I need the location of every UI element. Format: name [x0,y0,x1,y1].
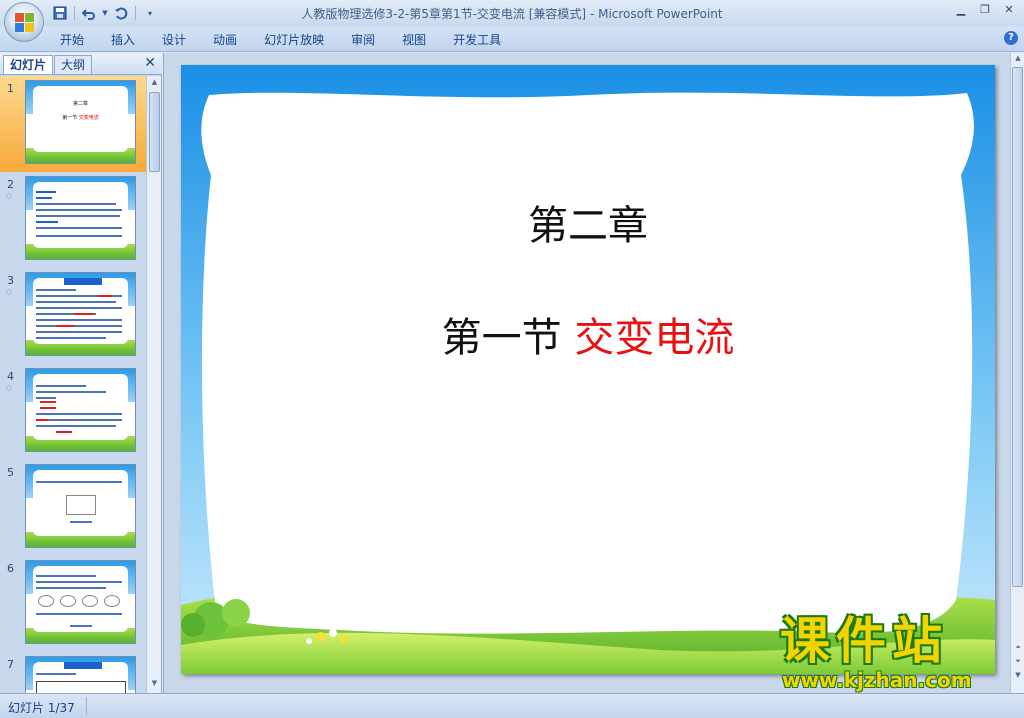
slide-preview [25,464,136,548]
scroll-up-icon[interactable]: ▲ [149,78,160,90]
slide-title[interactable]: 第二章 [181,193,995,251]
slide-canvas[interactable]: 第二章 第一节 交变电流 [181,65,995,674]
tab-slide-show[interactable]: 幻灯片放映 [264,31,324,48]
watermark-url: www.kjzhan.com [782,668,972,692]
tab-review[interactable]: 审阅 [351,31,375,48]
slide-number: 6 [7,562,14,575]
scroll-thumb[interactable] [149,92,160,172]
subtitle-prefix: 第一节 [441,315,575,361]
office-button[interactable] [4,2,44,42]
slide-thumbnail-3[interactable]: 3 ✩ [0,268,146,364]
ribbon-tabs: 开始 插入 设计 动画 幻灯片放映 审阅 视图 开发工具 [60,31,528,48]
tab-view[interactable]: 视图 [402,31,426,48]
close-icon[interactable]: ✕ [998,2,1020,18]
ribbon: 开始 插入 设计 动画 幻灯片放映 审阅 视图 开发工具 ? [0,26,1024,52]
tab-design[interactable]: 设计 [162,31,186,48]
subtitle-highlight: 交变电流 [574,315,735,361]
title-separator: - [586,7,599,21]
help-icon[interactable]: ? [1004,31,1018,45]
previous-slide-icon[interactable]: ⏶ [1012,643,1024,655]
slide-thumbnail-6[interactable]: 6 [0,556,146,652]
slide-thumbnail-5[interactable]: 5 [0,460,146,556]
slide-number: 7 [7,658,14,671]
office-logo-icon [15,13,35,33]
vertical-scrollbar[interactable]: ▲ ⏶ ⏷ ▼ [1010,53,1024,693]
slide-preview [25,560,136,644]
tab-developer[interactable]: 开发工具 [453,31,501,48]
slide-number: 4 [7,370,14,383]
slide-preview [25,176,136,260]
scroll-down-icon[interactable]: ▼ [149,679,160,691]
tab-home[interactable]: 开始 [60,31,84,48]
window-title: 人教版物理选修3-2-第5章第1节-交变电流 [兼容模式] - Microsof… [0,5,1024,22]
slide-number: 5 [7,466,14,479]
tab-insert[interactable]: 插入 [111,31,135,48]
slide-number: 3 [7,274,14,287]
slide-number: 2 [7,178,14,191]
close-pane-icon[interactable]: ✕ [144,55,156,71]
slide-subtitle[interactable]: 第一节 交变电流 [181,305,995,363]
title-bar: ▼ ▾ 人教版物理选修3-2-第5章第1节-交变电流 [兼容模式] - Micr… [0,0,1024,26]
app-name: Microsoft PowerPoint [598,7,723,21]
slide-thumbnail-1[interactable]: 1 第二章 第一节 交变电流 [0,76,146,172]
watermark-title: 课件站 [780,612,948,670]
slides-pane: 幻灯片 大纲 ✕ 1 第二章 第一节 交变电流 2 ✩ 3 ✩ 4 ✩ 5 6 … [0,53,162,693]
status-separator [86,697,87,715]
status-bar: 幻灯片 1/37 [0,693,1024,718]
animation-star-icon: ✩ [5,192,13,202]
slide-background [181,65,995,674]
tab-outline[interactable]: 大纲 [54,55,93,74]
slide-preview [25,656,136,693]
watermark-logo: 课件站 www.kjzhan.com [776,612,1004,692]
slide-preview [25,368,136,452]
slide-preview: 第二章 第一节 交变电流 [25,80,136,164]
scroll-up-icon[interactable]: ▲ [1012,54,1024,66]
thumb-title: 第二章 [72,101,88,107]
slide-thumbnail-7[interactable]: 7 [0,652,146,693]
scroll-thumb[interactable] [1012,67,1023,587]
animation-star-icon: ✩ [5,288,13,298]
slide-thumbnail-list: 1 第二章 第一节 交变电流 2 ✩ 3 ✩ 4 ✩ 5 6 7 [0,76,146,693]
window-controls: ▁ ❐ ✕ [950,2,1020,18]
minimize-icon[interactable]: ▁ [950,2,972,18]
thumbnail-scrollbar[interactable]: ▲ ▼ [146,76,161,693]
scroll-down-icon[interactable]: ▼ [1012,671,1024,683]
tab-animations[interactable]: 动画 [213,31,237,48]
pane-tabs: 幻灯片 大纲 ✕ [0,53,162,75]
restore-icon[interactable]: ❐ [974,2,996,18]
animation-star-icon: ✩ [5,384,13,394]
next-slide-icon[interactable]: ⏷ [1012,657,1024,669]
slide-thumbnail-4[interactable]: 4 ✩ [0,364,146,460]
slide-number: 1 [7,82,14,95]
slide-counter: 幻灯片 1/37 [8,701,75,715]
document-title: 人教版物理选修3-2-第5章第1节-交变电流 [兼容模式] [301,7,587,21]
slide-thumbnail-2[interactable]: 2 ✩ [0,172,146,268]
thumb-subtitle: 第一节 交变电流 [62,115,99,121]
tab-slides[interactable]: 幻灯片 [3,55,54,74]
slide-preview [25,272,136,356]
